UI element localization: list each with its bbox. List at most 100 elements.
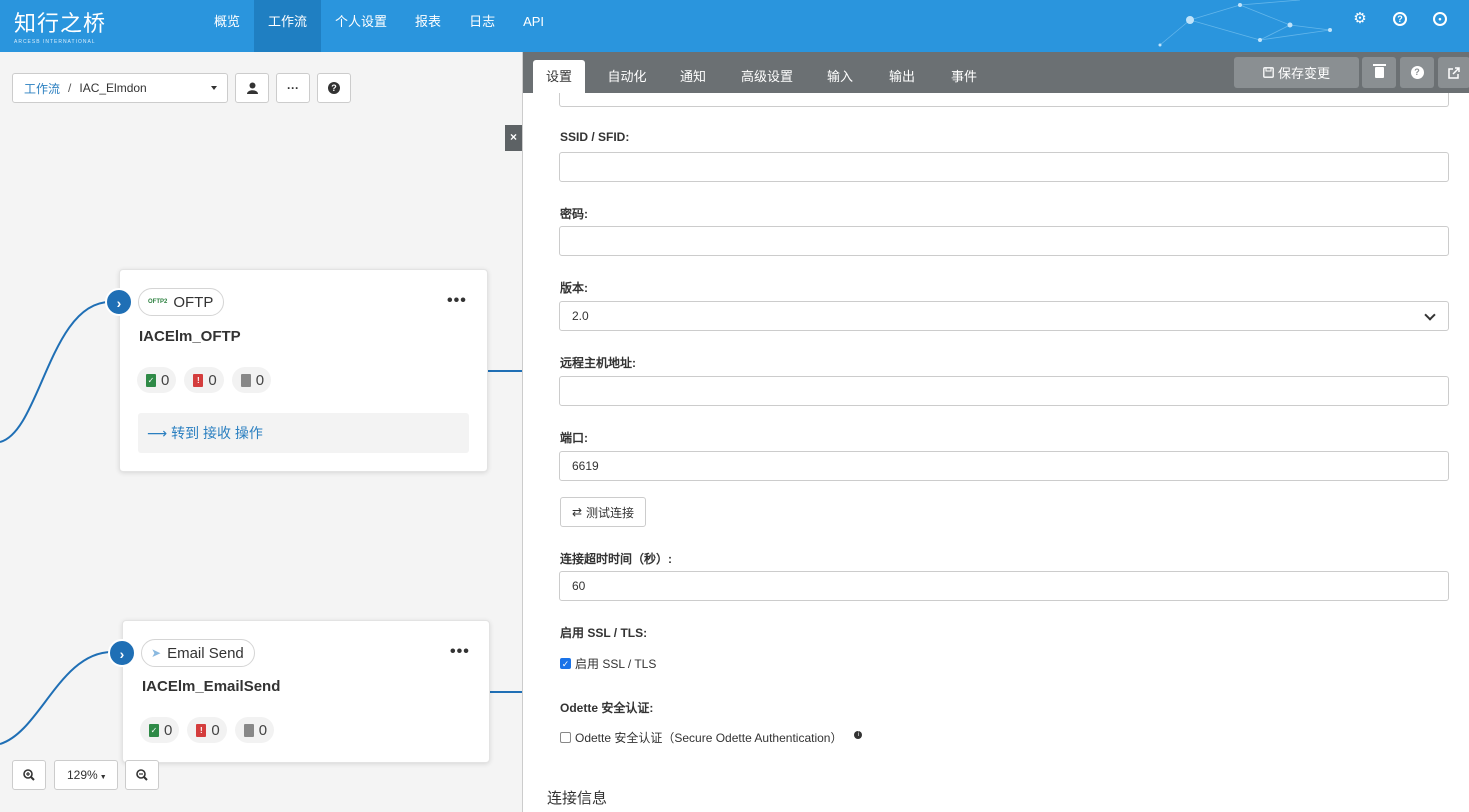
password-label: 密码:	[560, 207, 588, 221]
host-label: 远程主机地址:	[560, 356, 636, 370]
help-button[interactable]: ?	[1400, 57, 1434, 88]
save-button[interactable]: 保存变更	[1234, 57, 1359, 88]
port-input[interactable]: 6619	[559, 451, 1449, 481]
paper-plane-icon: ➤	[151, 646, 162, 660]
logo-subtext: ARCESB INTERNATIONAL	[14, 39, 96, 45]
user-icon[interactable]: •	[1433, 12, 1447, 26]
file-success-icon: ✓	[146, 373, 156, 387]
ssid-input[interactable]	[559, 152, 1449, 182]
tab-events[interactable]: 事件	[941, 60, 987, 93]
port-label: 端口:	[560, 431, 588, 445]
breadcrumb[interactable]: 工作流 / IAC_Elmdon	[12, 73, 228, 103]
error-count-value: 0	[208, 371, 217, 389]
textarea-field[interactable]	[559, 93, 1449, 107]
node-input-arrow-icon[interactable]: ›	[105, 288, 133, 316]
nav-item-overview[interactable]: 概览	[200, 0, 254, 52]
info-icon[interactable]: i	[854, 730, 863, 739]
ssl-checkbox[interactable]: ✓	[560, 658, 571, 669]
help-button[interactable]: ?	[317, 73, 351, 103]
pending-count[interactable]: 0	[234, 717, 275, 743]
chevron-down-icon	[211, 86, 217, 90]
password-input[interactable]	[559, 226, 1449, 256]
arrow-right-icon: ⟶	[147, 424, 168, 441]
trash-icon	[1372, 64, 1386, 78]
node-input-arrow-icon[interactable]: ›	[108, 639, 136, 667]
success-count-value: 0	[164, 721, 173, 739]
goto-receive-link[interactable]: ⟶ 转到 接收 操作	[138, 413, 469, 453]
error-count[interactable]: ! 0	[187, 717, 227, 743]
external-link-icon	[1448, 66, 1460, 79]
test-connection-button[interactable]: ⇄ 测试连接	[560, 497, 646, 527]
node-name: IACElm_OFTP	[139, 328, 241, 345]
odette-checkbox[interactable]	[560, 732, 571, 743]
node-counts: ✓ 0 ! 0 0	[137, 367, 272, 393]
gear-icon[interactable]: ⚙	[1353, 11, 1367, 26]
zoom-in-button[interactable]	[12, 760, 46, 790]
success-count[interactable]: ✓ 0	[137, 367, 177, 393]
ssl-checkbox-row[interactable]: ✓ 启用 SSL / TLS	[560, 655, 656, 672]
delete-button[interactable]	[1362, 57, 1396, 88]
zoom-out-icon	[136, 769, 148, 781]
pending-count-value: 0	[255, 371, 265, 389]
file-pending-icon	[243, 723, 254, 737]
version-select[interactable]: 2.0	[559, 301, 1449, 331]
zoom-in-icon	[23, 769, 35, 781]
nav-item-api[interactable]: API	[509, 0, 558, 52]
error-count[interactable]: ! 0	[184, 367, 224, 393]
odette-label: Odette 安全认证:	[560, 701, 654, 715]
tab-advanced[interactable]: 高级设置	[733, 60, 801, 93]
node-menu-icon[interactable]: •••	[447, 292, 467, 310]
chevron-down-icon	[1424, 309, 1436, 321]
breadcrumb-current: IAC_Elmdon	[79, 81, 147, 95]
success-count-value: 0	[161, 371, 170, 389]
zoom-out-button[interactable]	[125, 760, 159, 790]
user-button[interactable]	[235, 73, 269, 103]
error-count-value: 0	[211, 721, 220, 739]
odette-checkbox-row[interactable]: Odette 安全认证（Secure Odette Authentication…	[560, 729, 863, 746]
nav-item-profile[interactable]: 个人设置	[321, 0, 401, 52]
popout-button[interactable]	[1438, 57, 1469, 88]
zoom-select[interactable]: 129% ▼	[54, 760, 118, 790]
close-panel-button[interactable]: ×	[505, 125, 522, 151]
zoom-value: 129%	[67, 768, 98, 782]
tab-output[interactable]: 输出	[879, 60, 925, 93]
success-count[interactable]: ✓ 0	[140, 717, 180, 743]
nav-item-workflow[interactable]: 工作流	[254, 0, 322, 52]
pending-count-value: 0	[258, 721, 268, 739]
settings-panel: 设置 自动化 通知 高级设置 输入 输出 事件 保存变更 ? SSID / SF…	[522, 52, 1469, 812]
pending-count[interactable]: 0	[231, 367, 272, 393]
nav-item-reports[interactable]: 报表	[401, 0, 455, 52]
test-connection-label: 测试连接	[586, 505, 635, 520]
settings-form: SSID / SFID: 密码: 版本: 2.0 远程主机地址: 端口: 661…	[523, 93, 1469, 812]
workflow-canvas[interactable]: 工作流 / IAC_Elmdon ··· ? › OFTP2 OFTP ••• …	[0, 52, 522, 812]
breadcrumb-root[interactable]: 工作流	[24, 80, 60, 97]
timeout-input[interactable]: 60	[559, 571, 1449, 601]
help-icon: ?	[1410, 66, 1424, 79]
file-error-icon: !	[196, 723, 207, 737]
tab-settings[interactable]: 设置	[533, 60, 585, 93]
version-value: 2.0	[572, 309, 589, 323]
user-icon	[246, 82, 258, 94]
tab-notifications[interactable]: 通知	[669, 60, 717, 93]
ssl-label: 启用 SSL / TLS:	[560, 626, 648, 640]
logo-text: 知行之桥	[14, 12, 107, 37]
host-input[interactable]	[559, 376, 1449, 406]
node-name: IACElm_EmailSend	[142, 678, 281, 695]
nav-item-logs[interactable]: 日志	[455, 0, 509, 52]
top-navbar: 知行之桥 ARCESB INTERNATIONAL 概览 工作流 个人设置 报表…	[0, 0, 1469, 52]
node-menu-icon[interactable]: •••	[450, 643, 470, 661]
node-counts: ✓ 0 ! 0 0	[140, 717, 275, 743]
help-icon[interactable]: ?	[1393, 12, 1407, 26]
file-error-icon: !	[193, 373, 204, 387]
save-label: 保存变更	[1277, 66, 1330, 81]
goto-label: 转到 接收 操作	[171, 425, 263, 441]
tab-input[interactable]: 输入	[817, 60, 863, 93]
more-button[interactable]: ···	[276, 73, 310, 103]
odette-checkbox-label: Odette 安全认证（Secure Odette Authentication…	[575, 731, 843, 745]
logo[interactable]: 知行之桥 ARCESB INTERNATIONAL	[14, 6, 106, 45]
file-success-icon: ✓	[149, 723, 159, 737]
tab-automation[interactable]: 自动化	[599, 60, 655, 93]
oftp-logo-icon: OFTP2	[148, 299, 168, 305]
node-type-badge: ➤ Email Send	[141, 639, 255, 667]
exchange-icon: ⇄	[571, 505, 583, 519]
